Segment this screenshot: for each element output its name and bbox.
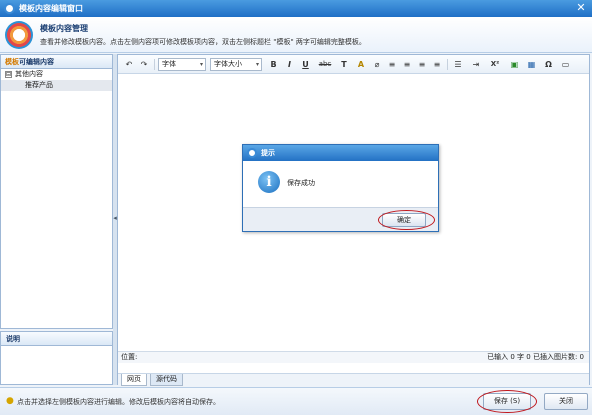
dialog-message: 保存成功	[287, 179, 315, 187]
insert-image-icon[interactable]: ▣	[508, 58, 521, 71]
dropdown-arrow-icon: ▾	[255, 61, 259, 68]
info-icon: i	[258, 171, 280, 193]
indent-icon[interactable]: ⇥	[469, 58, 483, 71]
dropdown-arrow-icon: ▾	[199, 61, 203, 68]
align-justify-icon[interactable]: ≡	[431, 58, 443, 71]
font-size-value: 字体大小	[214, 60, 242, 68]
bold-button[interactable]: B	[268, 58, 279, 71]
header-panel: 模板内容管理 查看并修改模板内容。点击左侧内容项可修改模板项内容，双击左侧标题栏…	[0, 17, 592, 53]
save-highlight-ring	[477, 390, 537, 413]
cursor-position-label: 位置:	[121, 353, 138, 361]
insert-table-icon[interactable]: ▦	[525, 58, 538, 71]
dialog-title-bar: 提示	[243, 145, 438, 161]
redo-icon[interactable]: ↷	[138, 58, 150, 71]
align-right-icon[interactable]: ≡	[416, 58, 428, 71]
tree-panel-title: 可编辑内容	[19, 58, 54, 66]
description-panel: 说明	[0, 331, 113, 385]
toolbar-separator	[447, 59, 448, 70]
tab-webpage[interactable]: 网页	[121, 374, 147, 386]
editor-status-bar: 位置: 已输入 0 字 0 已插入图片数: 0	[118, 351, 589, 363]
font-family-select[interactable]: 字体 ▾	[158, 58, 206, 71]
tree-item-label: 推荐产品	[25, 81, 53, 89]
tree-item-recommended-products[interactable]: 推荐产品	[1, 80, 112, 91]
tree-panel-title-highlight[interactable]: 模板	[5, 58, 19, 66]
font-family-value: 字体	[162, 60, 176, 68]
superscript-icon[interactable]: X²	[487, 58, 503, 71]
app-icon	[4, 3, 15, 14]
description-panel-title: 说明	[1, 332, 112, 346]
tab-source-code[interactable]: 源代码	[150, 374, 183, 386]
content-tree-panel: 模板可编辑内容 ⊟ 其他内容 推荐产品	[0, 54, 113, 329]
window-title: 模板内容编辑窗口	[19, 4, 83, 13]
message-dialog: 提示 i 保存成功 确定	[242, 144, 439, 232]
dialog-title: 提示	[261, 149, 275, 157]
collapse-icon[interactable]: ⊟	[5, 71, 12, 78]
tree-item-label: 其他内容	[15, 70, 43, 78]
ok-highlight-ring	[378, 210, 435, 230]
undo-icon[interactable]: ↶	[123, 58, 135, 71]
editor-stats: 已输入 0 字 0 已插入图片数: 0	[487, 353, 584, 361]
editor-toolbar: ↶ ↷ 字体 ▾ 字体大小 ▾ B I U abc T A ⌀ ≡ ≡ ≡ ≡ …	[118, 55, 589, 74]
list-icon[interactable]: ☰	[451, 58, 465, 71]
text-color-icon[interactable]: T	[337, 58, 351, 71]
clear-format-icon[interactable]: ⌀	[371, 58, 383, 71]
close-button[interactable]: 关闭	[544, 393, 588, 410]
dialog-app-icon	[247, 148, 257, 158]
toolbar-separator	[154, 59, 155, 70]
bottom-bar: ● 点击并选择左侧模板内容进行编辑。修改后模板内容将自动保存。 保存 (S) 关…	[0, 387, 592, 415]
special-char-icon[interactable]: Ω	[542, 58, 555, 71]
source-view-icon[interactable]: ▭	[559, 58, 572, 71]
align-left-icon[interactable]: ≡	[386, 58, 398, 71]
bg-color-icon[interactable]: A	[354, 58, 368, 71]
editor-mode-tabs: 网页 源代码	[118, 373, 589, 386]
font-size-select[interactable]: 字体大小 ▾	[210, 58, 262, 71]
title-bar: 模板内容编辑窗口 ✕	[0, 0, 592, 17]
header-title: 模板内容管理	[40, 24, 88, 33]
strikethrough-button[interactable]: abc	[317, 58, 333, 71]
logo-icon	[5, 21, 33, 49]
italic-button[interactable]: I	[284, 58, 295, 71]
tree-panel-header[interactable]: 模板可编辑内容	[1, 55, 112, 69]
align-center-icon[interactable]: ≡	[401, 58, 413, 71]
dialog-footer: 确定	[243, 207, 438, 231]
tree-item-other-content[interactable]: ⊟ 其他内容	[1, 69, 112, 80]
lightbulb-icon: ●	[6, 396, 14, 406]
header-description: 查看并修改模板内容。点击左侧内容项可修改模板项内容，双击左侧标题栏 "模板" 两…	[40, 38, 366, 46]
template-editor-window: 模板内容编辑窗口 ✕ 模板内容管理 查看并修改模板内容。点击左侧内容项可修改模板…	[0, 0, 592, 415]
underline-button[interactable]: U	[300, 58, 311, 71]
close-icon[interactable]: ✕	[574, 1, 588, 15]
bottom-hint: 点击并选择左侧模板内容进行编辑。修改后模板内容将自动保存。	[17, 398, 220, 406]
